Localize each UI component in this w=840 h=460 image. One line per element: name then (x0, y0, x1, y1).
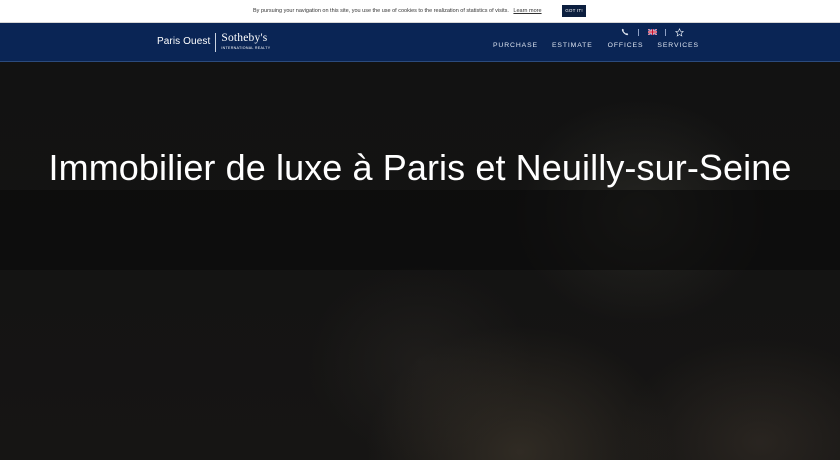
phone-icon[interactable] (619, 26, 631, 38)
hero-title: Immobilier de luxe à Paris et Neuilly-su… (48, 147, 792, 188)
utility-divider (638, 28, 639, 36)
uk-flag-icon[interactable] (646, 26, 658, 38)
nav-services[interactable]: SERVICES (657, 42, 698, 49)
cookie-message-text: By pursuing your navigation on this site… (253, 8, 509, 14)
brand-sothebys: Sotheby's INTERNATIONAL REALTY (221, 33, 270, 50)
cookie-message: By pursuing your navigation on this site… (253, 7, 542, 15)
nav-offices[interactable]: OFFICES (608, 42, 644, 49)
got-it-button[interactable]: GOT IT! (562, 5, 586, 17)
main-nav: PURCHASE ESTIMATE OFFICES SERVICES (493, 42, 699, 49)
utility-bar (619, 26, 685, 38)
hero-title-band (0, 190, 840, 270)
brand-logo[interactable]: Paris Ouest Sotheby's INTERNATIONAL REAL… (157, 31, 270, 53)
brand-name: Sotheby's (221, 32, 268, 45)
brand-subtitle: INTERNATIONAL REALTY (221, 45, 271, 50)
nav-estimate[interactable]: ESTIMATE (552, 42, 593, 49)
nav-purchase[interactable]: PURCHASE (493, 42, 538, 49)
page: By pursuing your navigation on this site… (0, 0, 840, 460)
cookie-banner: By pursuing your navigation on this site… (0, 0, 840, 23)
site-header: Paris Ouest Sotheby's INTERNATIONAL REAL… (0, 23, 840, 62)
hero-section (0, 62, 840, 460)
utility-divider (665, 28, 666, 36)
star-icon[interactable] (673, 26, 685, 38)
brand-local-name: Paris Ouest (157, 36, 211, 47)
brand-divider (215, 32, 217, 52)
learn-more-link[interactable]: Learn more (513, 8, 541, 14)
